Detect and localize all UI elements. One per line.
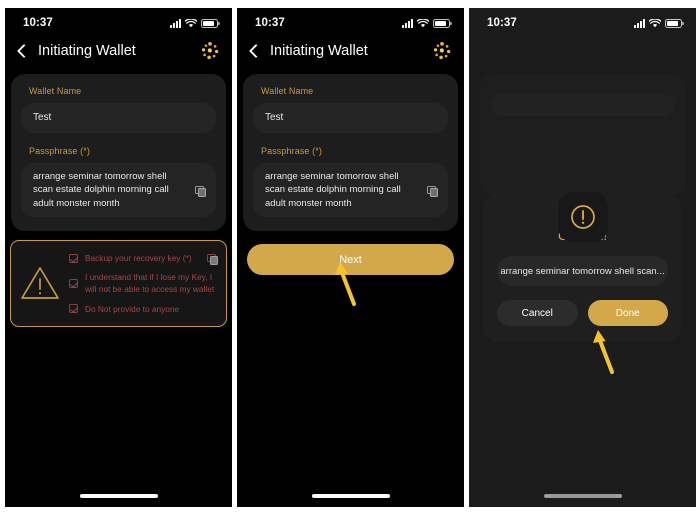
copy-icon[interactable]	[195, 185, 206, 197]
wallet-name-input[interactable]: Test	[21, 103, 216, 133]
wifi-icon	[417, 18, 429, 27]
done-button[interactable]: Done	[587, 300, 668, 326]
status-time: 10:37	[23, 17, 53, 29]
back-chevron-icon[interactable]	[249, 42, 261, 60]
recovery-warning-card: Backup your recovery key (*) I understan…	[10, 240, 227, 327]
copy-icon[interactable]	[427, 185, 438, 197]
cancel-button[interactable]: Cancel	[497, 300, 578, 326]
wallet-name-label: Wallet Name	[261, 86, 314, 96]
home-indicator	[543, 494, 622, 498]
phone-screen-confirm: 10:37 Confirm!	[469, 8, 696, 507]
dimmed-background-card	[480, 74, 685, 196]
screenshot-sheet: 10:37 Initiating Wallet Wallet Name Test…	[0, 0, 700, 515]
page-title: Initiating Wallet	[270, 43, 368, 59]
status-icons	[170, 18, 220, 28]
home-indicator	[311, 494, 390, 498]
home-indicator	[79, 494, 158, 498]
battery-icon	[201, 18, 220, 28]
passphrase-label: Passphrase (*)	[29, 146, 90, 156]
checkbox-checked-icon[interactable]	[69, 253, 78, 263]
wifi-icon	[185, 18, 197, 27]
page-title: Initiating Wallet	[38, 43, 136, 59]
phone-screen-next: 10:37 Initiating Wallet Wallet Name Test…	[237, 8, 464, 507]
warning-item-label: Backup your recovery key (*)	[85, 253, 192, 264]
wallet-name-input[interactable]: Test	[253, 103, 448, 133]
confirm-dialog-actions: Cancel Done	[497, 300, 668, 326]
nav-bar: Initiating Wallet	[5, 34, 232, 68]
checkbox-checked-icon[interactable]	[69, 278, 78, 288]
passphrase-input[interactable]: arrange seminar tomorrow shell scan esta…	[21, 163, 216, 218]
wallet-name-label: Wallet Name	[29, 86, 82, 96]
passphrase-input[interactable]: arrange seminar tomorrow shell scan esta…	[253, 163, 448, 218]
cellular-signal-icon	[634, 18, 645, 28]
warning-item-label: I understand that if I lose my Key, I wi…	[85, 272, 215, 295]
status-time: 10:37	[487, 17, 517, 29]
checkbox-checked-icon[interactable]	[69, 304, 78, 313]
battery-icon	[433, 18, 452, 28]
status-bar: 10:37	[469, 8, 696, 34]
field-spacer	[21, 133, 216, 146]
field-spacer	[253, 133, 448, 146]
phone-screen-form: 10:37 Initiating Wallet Wallet Name Test…	[5, 8, 232, 507]
battery-icon	[665, 18, 684, 28]
wifi-icon	[649, 18, 661, 27]
list-item[interactable]: I understand that if I lose my Key, I wi…	[69, 271, 218, 295]
passphrase-label: Passphrase (*)	[261, 146, 322, 156]
wallet-form-card: Wallet Name Test Passphrase (*) arrange …	[243, 74, 458, 232]
warning-item-label: Do Not provide to anyone	[85, 303, 180, 314]
wallet-name-value: Test	[33, 111, 52, 123]
dimmed-background-pill	[491, 94, 674, 116]
list-item[interactable]: Backup your recovery key (*)	[69, 252, 218, 265]
status-bar: 10:37	[237, 8, 464, 34]
wallet-name-value: Test	[265, 111, 284, 123]
wallet-dots-logo-icon	[201, 42, 219, 60]
wallet-form-card: Wallet Name Test Passphrase (*) arrange …	[11, 74, 226, 232]
cellular-signal-icon	[402, 18, 413, 28]
wallet-dots-logo-icon	[433, 42, 451, 60]
passphrase-value: arrange seminar tomorrow shell scan esta…	[33, 171, 169, 209]
list-item[interactable]: Do Not provide to anyone	[69, 303, 218, 315]
status-icons	[402, 18, 452, 28]
status-bar: 10:37	[5, 8, 232, 34]
passphrase-value: arrange seminar tomorrow shell scan esta…	[265, 171, 401, 209]
confirm-passphrase-input[interactable]: arrange seminar tomorrow shell scan...	[497, 256, 668, 286]
warning-triangle-icon	[21, 267, 59, 300]
confirm-dialog: Confirm! arrange seminar tomorrow shell …	[483, 192, 682, 342]
exclamation-circle-icon	[557, 192, 608, 242]
copy-icon[interactable]	[207, 253, 218, 265]
status-icons	[634, 18, 684, 28]
back-chevron-icon[interactable]	[17, 42, 29, 60]
next-button[interactable]: Next	[247, 244, 454, 276]
status-time: 10:37	[255, 17, 285, 29]
nav-bar: Initiating Wallet	[237, 34, 464, 68]
cellular-signal-icon	[170, 18, 181, 28]
warning-checklist: Backup your recovery key (*) I understan…	[69, 252, 218, 314]
